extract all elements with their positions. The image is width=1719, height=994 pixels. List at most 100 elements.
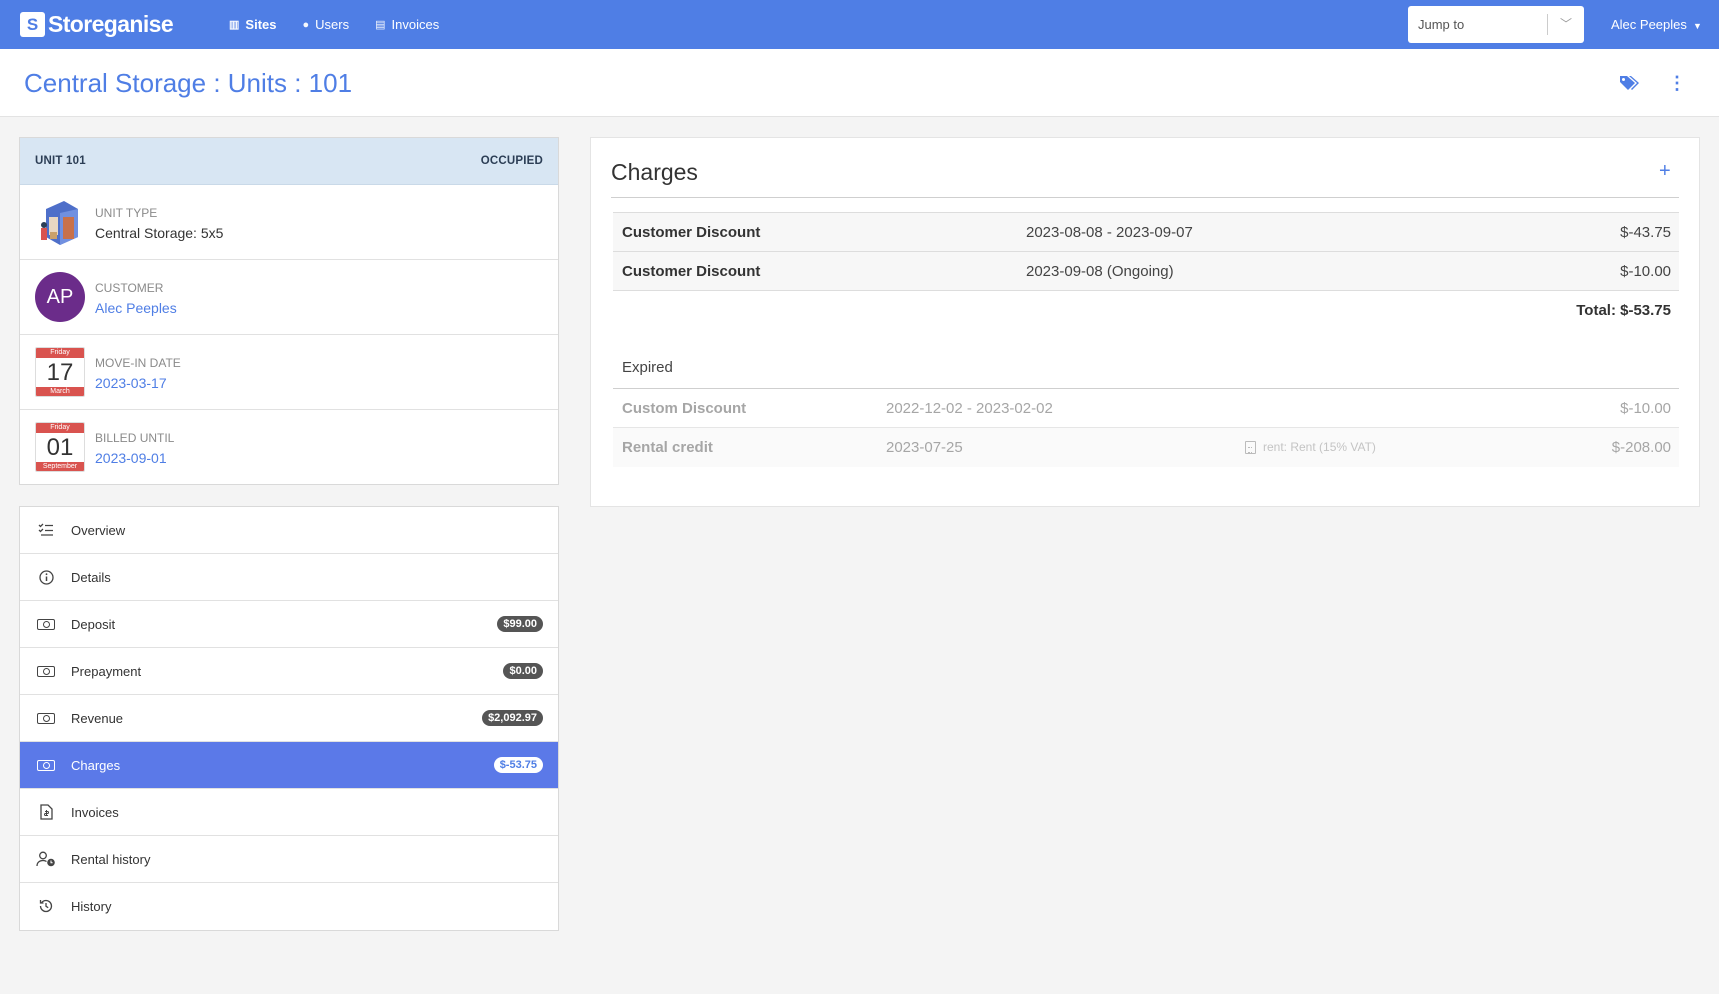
checklist-icon-svg xyxy=(38,523,53,536)
charge-name: Customer Discount xyxy=(622,263,761,280)
expired-charge-row[interactable]: Rental credit 2023-07-25 rent: Rent (15%… xyxy=(613,428,1679,467)
charge-name: Customer Discount xyxy=(622,224,761,241)
move-in-cal-num: 17 xyxy=(46,359,74,386)
invoice-icon xyxy=(36,803,56,821)
charge-period: 2023-09-08 (Ongoing) xyxy=(1026,263,1174,280)
customer-label: CUSTOMER xyxy=(95,281,164,295)
caret-down-icon: ▼ xyxy=(1690,21,1702,31)
menu-item-invoices[interactable]: Invoices xyxy=(20,789,558,836)
jump-to-placeholder: Jump to xyxy=(1418,17,1465,32)
move-in-row: Friday 17 March MOVE-IN DATE 2023-03-17 xyxy=(20,335,558,410)
tags-icon[interactable] xyxy=(1619,75,1639,96)
info-icon-svg xyxy=(38,569,54,585)
page-title: Central Storage : Units : 101 xyxy=(24,68,353,98)
unit-status: OCCUPIED xyxy=(480,155,543,167)
jump-to-select[interactable]: Jump to ﹀ xyxy=(1408,6,1584,43)
deposit-badge: $99.00 xyxy=(497,616,543,632)
move-in-date-link[interactable]: 2023-03-17 xyxy=(95,375,167,391)
main-nav: ▥ Sites ● Users ▤ Invoices xyxy=(229,0,439,49)
history-icon xyxy=(36,897,56,915)
charges-total-row: Total: $-53.75 xyxy=(613,290,1679,329)
user-clock-icon xyxy=(36,850,56,868)
charges-panel: Charges + Customer Discount 2023-08-08 -… xyxy=(590,137,1700,507)
unit-card-header: UNIT 101 OCCUPIED xyxy=(20,138,558,185)
unit-card: UNIT 101 OCCUPIED UNIT TYPE Central Stor… xyxy=(19,137,559,485)
menu-item-charges[interactable]: Charges $-53.75 xyxy=(20,742,558,789)
charges-total: Total: $-53.75 xyxy=(1576,302,1671,319)
revenue-badge: $2,092.97 xyxy=(482,710,543,726)
menu-item-deposit[interactable]: Deposit $99.00 xyxy=(20,601,558,648)
billed-cal-day: Friday xyxy=(36,423,84,433)
customer-link[interactable]: Alec Peeples xyxy=(95,300,177,316)
info-icon xyxy=(36,568,56,586)
menu-item-details[interactable]: Details xyxy=(20,554,558,601)
brand-name: Storeganise xyxy=(48,11,174,37)
nav-users-label: Users xyxy=(315,17,350,32)
billed-until-label: BILLED UNTIL xyxy=(95,431,175,445)
nav-invoices-label: Invoices xyxy=(391,17,440,32)
expired-charge-period: 2023-07-25 xyxy=(886,439,963,456)
nav-invoices[interactable]: ▤ Invoices xyxy=(375,17,439,32)
menu-item-rental-history[interactable]: Rental history xyxy=(20,836,558,883)
expired-charge-amount: $-208.00 xyxy=(1611,439,1671,456)
expired-charge-period: 2022-12-02 - 2023-02-02 xyxy=(886,400,1053,417)
charge-row[interactable]: Customer Discount 2023-09-08 (Ongoing) $… xyxy=(613,251,1679,290)
billed-cal-month: September xyxy=(36,462,84,471)
menu-item-revenue-label: Revenue xyxy=(71,710,124,726)
menu-item-overview-label: Overview xyxy=(71,522,126,538)
user-menu[interactable]: Alec Peeples ▼ xyxy=(1611,17,1702,32)
customer-row: AP CUSTOMER Alec Peeples xyxy=(20,260,558,335)
menu-item-revenue[interactable]: Revenue $2,092.97 xyxy=(20,695,558,742)
document-icon: ▤ xyxy=(375,19,386,31)
move-in-label: MOVE-IN DATE xyxy=(95,356,181,370)
invoice-icon-svg xyxy=(39,804,53,820)
building-icon: ▥ xyxy=(229,19,240,31)
menu-item-history-label: History xyxy=(71,899,112,914)
cash-icon xyxy=(36,709,56,727)
brand-logo[interactable]: S Storeganise xyxy=(20,11,174,38)
calculator-icon xyxy=(1245,440,1256,454)
expired-charge-name: Rental credit xyxy=(622,439,713,456)
prepayment-badge: $0.00 xyxy=(503,663,543,679)
customer-avatar[interactable]: AP xyxy=(35,272,85,322)
charges-divider xyxy=(611,197,1679,198)
billed-until-link[interactable]: 2023-09-01 xyxy=(95,450,167,466)
cash-icon xyxy=(36,662,56,680)
nav-sites-label: Sites xyxy=(245,17,277,32)
menu-item-rental-history-label: Rental history xyxy=(71,851,151,867)
menu-item-deposit-label: Deposit xyxy=(71,616,116,632)
nav-users[interactable]: ● Users xyxy=(302,17,349,32)
user-menu-name: Alec Peeples xyxy=(1611,17,1687,32)
charge-period: 2023-08-08 - 2023-09-07 xyxy=(1026,224,1193,241)
charge-row[interactable]: Customer Discount 2023-08-08 - 2023-09-0… xyxy=(613,212,1679,251)
expired-charge-note: rent: Rent (15% VAT) xyxy=(1245,440,1376,454)
move-in-cal-month: March xyxy=(36,387,84,396)
charges-table: Customer Discount 2023-08-08 - 2023-09-0… xyxy=(613,212,1679,329)
chevron-down-icon[interactable]: ﹀ xyxy=(1560,15,1572,32)
expired-charge-row[interactable]: Custom Discount 2022-12-02 - 2023-02-02 … xyxy=(613,389,1679,428)
unit-side-menu: Overview Details Deposit $99.00 Prepayme… xyxy=(19,506,559,931)
logo-icon: S xyxy=(20,12,45,37)
unit-label: UNIT 101 xyxy=(35,155,86,167)
charge-amount: $-10.00 xyxy=(1620,263,1671,280)
move-in-cal-day: Friday xyxy=(36,348,84,358)
menu-item-overview[interactable]: Overview xyxy=(20,507,558,554)
add-charge-icon[interactable]: + xyxy=(1659,160,1671,183)
menu-item-history[interactable]: History xyxy=(20,883,558,930)
history-icon-svg xyxy=(39,899,53,913)
user-icon: ● xyxy=(302,18,310,31)
menu-item-prepayment-label: Prepayment xyxy=(71,663,142,679)
move-in-calendar-icon: Friday 17 March xyxy=(35,347,85,397)
expired-charge-name: Custom Discount xyxy=(622,400,747,417)
cash-icon xyxy=(36,615,56,633)
menu-item-details-label: Details xyxy=(71,569,111,585)
expired-charge-amount: $-10.00 xyxy=(1620,400,1671,417)
menu-item-prepayment[interactable]: Prepayment $0.00 xyxy=(20,648,558,695)
menu-item-charges-label: Charges xyxy=(71,757,121,773)
more-options-icon[interactable]: ⋮ xyxy=(1668,73,1686,94)
unit-type-value: Central Storage: 5x5 xyxy=(95,225,224,241)
billed-cal-num: 01 xyxy=(46,434,74,461)
nav-sites[interactable]: ▥ Sites xyxy=(229,17,276,32)
billed-until-row: Friday 01 September BILLED UNTIL 2023-09… xyxy=(20,410,558,485)
charge-amount: $-43.75 xyxy=(1620,224,1671,241)
